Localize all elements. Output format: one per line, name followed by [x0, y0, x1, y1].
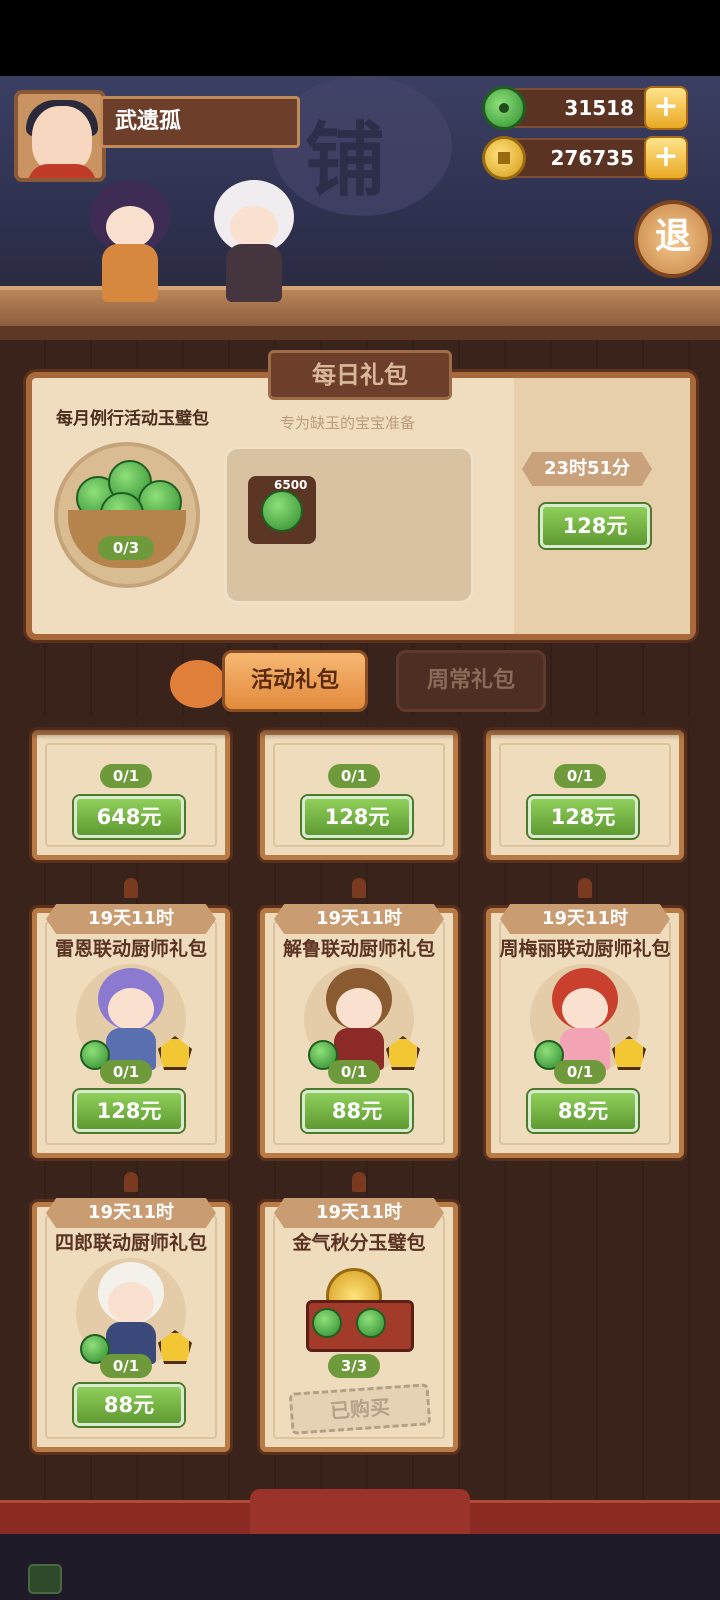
- pack-timer: 19天11时: [46, 1198, 216, 1228]
- pack-title: 雷恩联动厨师礼包: [54, 938, 207, 960]
- tab-event-packs[interactable]: 活动礼包: [222, 650, 368, 712]
- jade-icon: [312, 1308, 342, 1338]
- pack-progress: 3/3: [328, 1354, 380, 1378]
- coin-amount: 276735: [550, 146, 635, 170]
- hanging-hook: [352, 878, 366, 898]
- reward-quantity: 6500: [274, 478, 308, 492]
- jade-balance: 31518 +: [482, 86, 688, 130]
- hanging-hook: [124, 1172, 138, 1192]
- pack-buy-button[interactable]: 88元: [528, 1090, 638, 1132]
- pack-timer: 19天11时: [274, 1198, 444, 1228]
- pack-timer: 19天11时: [46, 904, 216, 934]
- daily-pack-timer: 23时51分: [522, 452, 652, 486]
- character-princess: [80, 160, 180, 310]
- pack-progress: 0/1: [100, 1354, 152, 1378]
- pack-title: 周梅丽联动厨师礼包: [499, 938, 671, 960]
- shop-counter-front: [0, 326, 720, 340]
- coin-icon: [482, 136, 526, 180]
- hanging-hook: [578, 878, 592, 898]
- pack-buy-button[interactable]: 128元: [302, 796, 412, 838]
- pack-progress: 0/1: [100, 764, 152, 788]
- pack-buy-button[interactable]: 88元: [302, 1090, 412, 1132]
- pack-buy-button[interactable]: 88元: [74, 1384, 184, 1426]
- bottom-item-icon: [28, 1564, 62, 1594]
- bottom-scene: [0, 1534, 720, 1600]
- player-avatar[interactable]: [14, 90, 106, 182]
- pack-buy-button[interactable]: 128元: [528, 796, 638, 838]
- hanging-hook: [124, 878, 138, 898]
- player-name: 武遗孤: [100, 96, 300, 148]
- pack-card: [32, 730, 230, 860]
- cat-mascot-icon: [170, 660, 226, 708]
- add-jade-button[interactable]: +: [644, 86, 688, 130]
- pack-card: [486, 730, 684, 860]
- pack-progress: 0/1: [554, 764, 606, 788]
- pack-title: 金气秋分玉璧包: [292, 1232, 426, 1254]
- pack-progress: 0/1: [554, 1060, 606, 1084]
- daily-pack-buy-button[interactable]: 128元: [540, 504, 650, 548]
- pack-progress: 0/1: [328, 1060, 380, 1084]
- character-fox-chef: [204, 160, 304, 310]
- pack-title: 解鲁联动厨师礼包: [282, 938, 435, 960]
- pack-title: 四郎联动厨师礼包: [54, 1232, 207, 1254]
- shop-sign-char: 铺: [305, 114, 385, 207]
- jade-icon: [482, 86, 526, 130]
- daily-pack-progress: 0/3: [98, 536, 154, 560]
- coin-balance: 276735 +: [482, 136, 688, 180]
- pack-progress: 0/1: [100, 1060, 152, 1084]
- jade-basket-image: [54, 442, 200, 588]
- scroll-fade: [0, 716, 720, 740]
- pack-buy-button[interactable]: 128元: [74, 1090, 184, 1132]
- daily-pack-title: 每日礼包: [268, 350, 452, 400]
- pack-card: [260, 730, 458, 860]
- jade-icon: [356, 1308, 386, 1338]
- pack-timer: 19天11时: [500, 904, 670, 934]
- jade-amount: 31518: [564, 96, 634, 120]
- tab-weekly-packs[interactable]: 周常礼包: [396, 650, 546, 712]
- daily-pack-subtitle: 专为缺玉的宝宝准备: [280, 414, 416, 432]
- status-bar: [0, 0, 720, 76]
- add-coin-button[interactable]: +: [644, 136, 688, 180]
- exit-button[interactable]: 退: [634, 200, 712, 278]
- pack-timer: 19天11时: [274, 904, 444, 934]
- daily-pack-name: 每月例行活动玉璧包: [56, 409, 209, 429]
- treasure-chest-image: [300, 1260, 420, 1356]
- bottom-bar: [0, 1489, 720, 1537]
- pack-progress: 0/1: [328, 764, 380, 788]
- hanging-hook: [352, 1172, 366, 1192]
- pack-buy-button[interactable]: 648元: [74, 796, 184, 838]
